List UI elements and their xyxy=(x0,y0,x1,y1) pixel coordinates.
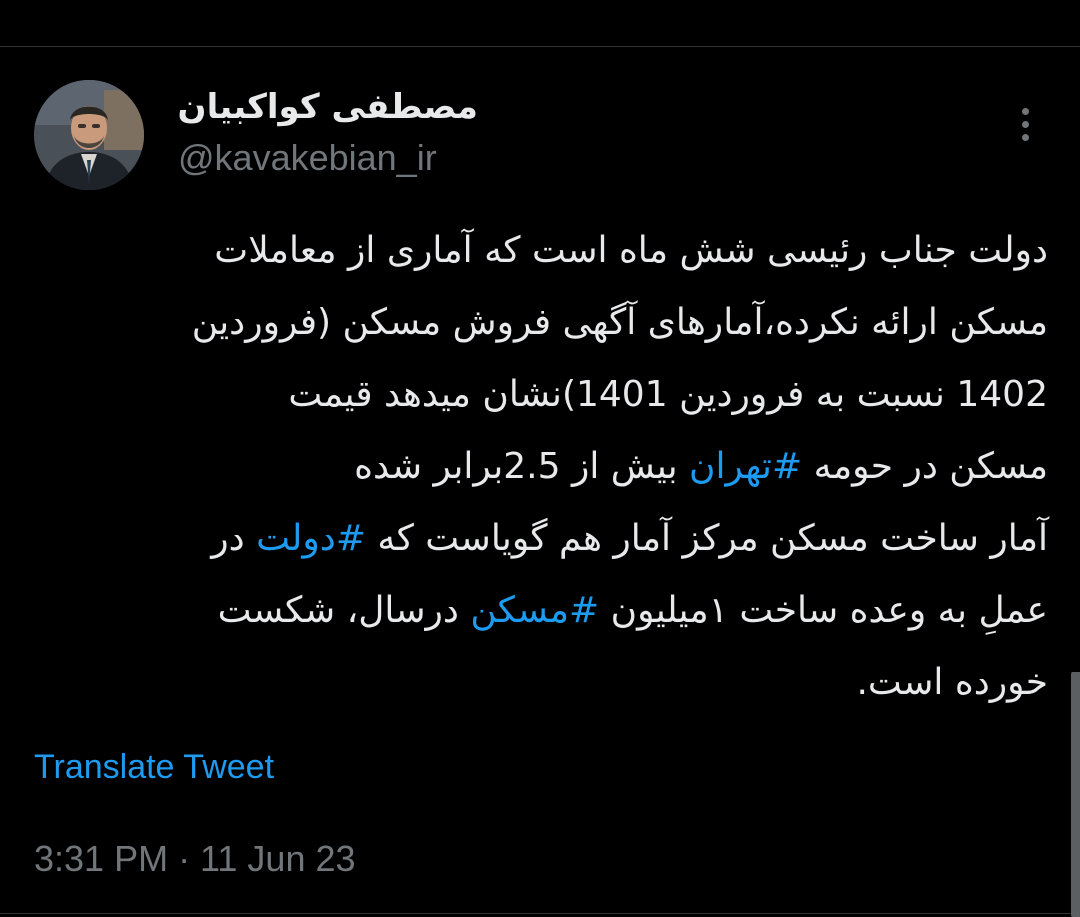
scrollbar[interactable] xyxy=(1071,672,1080,917)
avatar-photo xyxy=(34,80,144,190)
tweet-text: دولت جناب رئیسی شش ماه است که آماری از م… xyxy=(30,215,1048,719)
tweet-text-segment: درسال، شکست xyxy=(217,590,471,631)
top-divider xyxy=(0,46,1080,47)
tweet-text-line: دولت جناب رئیسی شش ماه است که آماری از م… xyxy=(30,215,1048,287)
tweet-text-segment: عملِ به وعده ساخت ۱میلیون xyxy=(599,590,1048,631)
hashtag-link[interactable]: #دولت xyxy=(256,518,366,559)
tweet-text-line: مسکن در حومه #تهران بیش از 2.5برابر شده xyxy=(30,431,1048,503)
author-handle[interactable]: @kavakebian_ir xyxy=(178,136,437,180)
tweet-text-segment: خورده است. xyxy=(856,662,1048,703)
tweet-text-line: خورده است. xyxy=(30,647,1048,719)
tweet-text-line: عملِ به وعده ساخت ۱میلیون #مسکن درسال، ش… xyxy=(30,575,1048,647)
tweet-text-line: مسکن ارائه نکرده،آمارهای آگهی فروش مسکن … xyxy=(30,287,1048,359)
more-options-button[interactable] xyxy=(1006,102,1044,146)
hashtag-link[interactable]: #تهران xyxy=(689,446,802,487)
more-vertical-icon xyxy=(1021,107,1029,115)
tweet-text-segment: دولت جناب رئیسی شش ماه است که آماری از م… xyxy=(214,230,1048,271)
more-vertical-icon-dot xyxy=(1021,120,1029,128)
tweet-text-segment: بیش از 2.5برابر شده xyxy=(354,446,690,487)
tweet-text-line: 1402 نسبت به فروردین 1401)نشان میدهد قیم… xyxy=(30,359,1048,431)
hashtag-link[interactable]: #مسکن xyxy=(470,590,599,631)
more-vertical-icon-dot xyxy=(1021,133,1029,141)
tweet-text-segment: آمار ساخت مسکن مرکز آمار هم گویاست که xyxy=(365,518,1048,559)
tweet-text-segment: 1402 نسبت به فروردین 1401)نشان میدهد قیم… xyxy=(288,374,1048,415)
avatar[interactable] xyxy=(34,80,144,190)
tweet-text-segment: مسکن در حومه xyxy=(802,446,1048,487)
tweet-timestamp[interactable]: 3:31 PM · 11 Jun 23 xyxy=(34,836,356,882)
author-display-name[interactable]: مصطفی کواکبیان xyxy=(178,84,478,130)
bottom-divider xyxy=(0,913,1080,914)
tweet-text-segment: مسکن ارائه نکرده،آمارهای آگهی فروش مسکن … xyxy=(191,302,1048,343)
tweet-text-segment: در xyxy=(211,518,257,559)
author-display-name-text: مصطفی کواکبیان xyxy=(177,87,478,127)
tweet-text-line: آمار ساخت مسکن مرکز آمار هم گویاست که #د… xyxy=(30,503,1048,575)
translate-tweet-link[interactable]: Translate Tweet xyxy=(34,744,274,790)
